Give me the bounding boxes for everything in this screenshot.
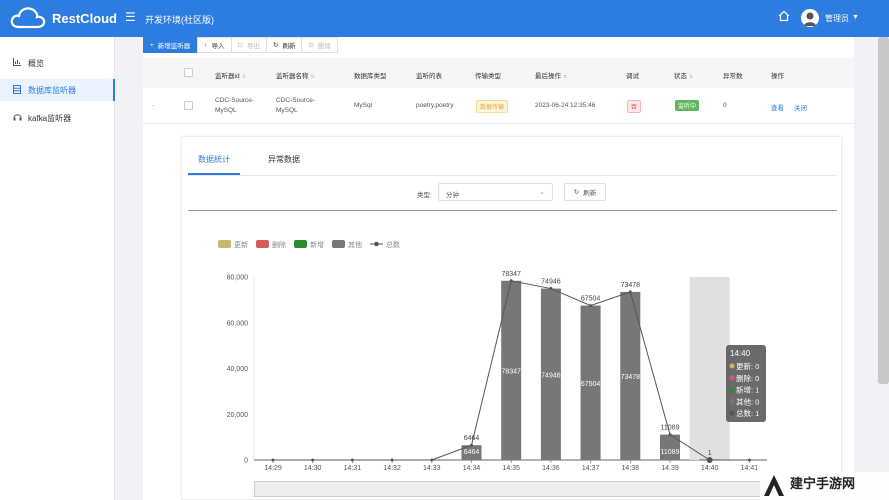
table-row: - CDC-Source-MySQL CDC-Source-MySQL MySq… — [143, 89, 854, 124]
close-link[interactable]: 关闭 — [794, 102, 807, 112]
refresh-button[interactable]: ↻ 刷新 — [267, 37, 303, 53]
cell-name: CDC-Source-MySQL — [276, 97, 316, 114]
row-checkbox[interactable] — [184, 101, 193, 110]
home-icon[interactable] — [778, 10, 790, 22]
tab-divider — [188, 175, 837, 176]
cell-id: CDC-Source-MySQL — [215, 97, 255, 114]
header-last-op[interactable]: 最后操作 ⇅ — [535, 70, 567, 80]
chart-zoom-slider[interactable] — [254, 481, 767, 497]
select-all-checkbox[interactable] — [184, 68, 193, 77]
brand-name: RestCloud — [52, 10, 117, 26]
sidebar-item-db-listener[interactable]: 数据库监听器 — [0, 79, 115, 101]
export-label: 导出 — [247, 43, 260, 50]
status-badge: 监听中 — [675, 100, 700, 111]
cell-last-op: 2023-06-24 12:35:46 — [535, 102, 596, 109]
detail-panel: 数据统计 异常数据 类型: 分钟 ⌄ ↻ 刷新 — [181, 136, 842, 500]
tab-stats[interactable]: 数据统计 — [198, 154, 230, 165]
refresh-label: 刷新 — [282, 43, 296, 50]
chart-refresh-button[interactable]: ↻ 刷新 — [564, 183, 606, 201]
sidebar: 概览 数据库监听器 kafka监听器 — [0, 37, 115, 500]
plus-icon: + — [150, 41, 154, 49]
refresh-icon: ↻ — [273, 42, 279, 49]
page-scrollbar[interactable] — [878, 37, 889, 384]
tab-errors[interactable]: 异常数据 — [268, 154, 300, 165]
import-label: 导入 — [211, 43, 225, 50]
trash-icon: ⊟ — [308, 42, 314, 49]
debug-tag: 否 — [627, 100, 642, 113]
header-db-type: 数据库类型 — [354, 73, 387, 80]
header-name[interactable]: 监听器名称 ⇅ — [276, 70, 315, 80]
avatar[interactable] — [801, 9, 819, 27]
export-button[interactable]: ⊡ 导出 — [231, 37, 267, 53]
top-header: RestCloud ☰ 开发环境(社区版) 管理员 ▼ — [0, 0, 889, 37]
header-table: 监听的表 — [416, 73, 442, 80]
main-content: + 新增监听器 ↑ 导入 ⊡ 导出 ↻ 刷新 ⊟ 删除 监听器id ⇅ 监听器名称 ⇅ 数据库… — [143, 37, 854, 500]
user-name[interactable]: 管理员 — [825, 13, 849, 24]
header-debug: 调试 — [626, 73, 639, 80]
header-errors: 异常数 — [723, 73, 743, 80]
cloud-logo-icon — [10, 7, 46, 29]
headset-icon — [13, 113, 25, 123]
chevron-down-icon: ⌄ — [539, 189, 545, 196]
refresh-icon: ↻ — [573, 189, 580, 196]
type-label: 类型: — [417, 192, 432, 199]
sidebar-item-label: kafka监听器 — [28, 113, 72, 123]
cell-errors: 0 — [723, 102, 727, 109]
add-listener-button[interactable]: + 新增监听器 — [143, 37, 198, 53]
expand-icon[interactable]: - — [152, 102, 154, 109]
export-icon: ⊡ — [237, 42, 243, 49]
toolbar: + 新增监听器 ↑ 导入 ⊡ 导出 ↻ 刷新 ⊟ 删除 — [143, 37, 338, 53]
watermark-logo: 建宁手游网 — [760, 472, 889, 500]
caret-down-icon[interactable]: ▼ — [852, 14, 859, 21]
sort-icon[interactable]: ⇅ — [242, 74, 246, 80]
delete-button[interactable]: ⊟ 删除 — [302, 37, 338, 53]
environment-label: 开发环境(社区版) — [145, 15, 214, 25]
filter-divider — [188, 210, 837, 211]
view-link[interactable]: 查看 — [771, 102, 784, 112]
type-select[interactable]: 分钟 ⌄ — [438, 183, 553, 201]
database-icon — [13, 84, 25, 96]
menu-toggle-icon[interactable]: ☰ — [125, 10, 136, 24]
table-header: 监听器id ⇅ 监听器名称 ⇅ 数据库类型 监听的表 传输类型 最后操作 ⇅ 调试 状… — [143, 58, 854, 88]
import-button[interactable]: ↑ 导入 — [197, 37, 232, 53]
delete-label: 删除 — [317, 43, 331, 50]
chart-refresh-label: 刷新 — [583, 190, 597, 197]
cell-table: poetry.poetry — [416, 102, 454, 109]
sidebar-item-kafka[interactable]: kafka监听器 — [0, 107, 115, 129]
sidebar-item-overview[interactable]: 概览 — [0, 52, 115, 74]
header-status[interactable]: 状态 ⇅ — [674, 70, 693, 80]
brand-logo[interactable]: RestCloud — [10, 6, 117, 30]
add-listener-label: 新增监听器 — [157, 43, 191, 50]
sort-icon[interactable]: ⇅ — [311, 74, 315, 80]
sidebar-item-label: 数据库监听器 — [28, 85, 76, 95]
type-select-value: 分钟 — [446, 192, 459, 199]
cell-db-type: MySql — [354, 102, 373, 109]
watermark-text: 建宁手游网 — [790, 476, 855, 491]
sort-icon[interactable]: ⇅ — [563, 74, 567, 80]
header-transfer-type: 传输类型 — [475, 73, 501, 80]
user-avatar-icon — [804, 12, 816, 26]
transfer-type-tag: 数据传输 — [476, 100, 509, 113]
upload-icon: ↑ — [204, 41, 208, 49]
header-id[interactable]: 监听器id ⇅ — [215, 70, 246, 80]
bar-chart-icon — [13, 58, 25, 68]
header-actions: 操作 — [771, 73, 784, 80]
sort-icon[interactable]: ⇅ — [689, 74, 693, 80]
sidebar-item-label: 概览 — [28, 58, 44, 68]
